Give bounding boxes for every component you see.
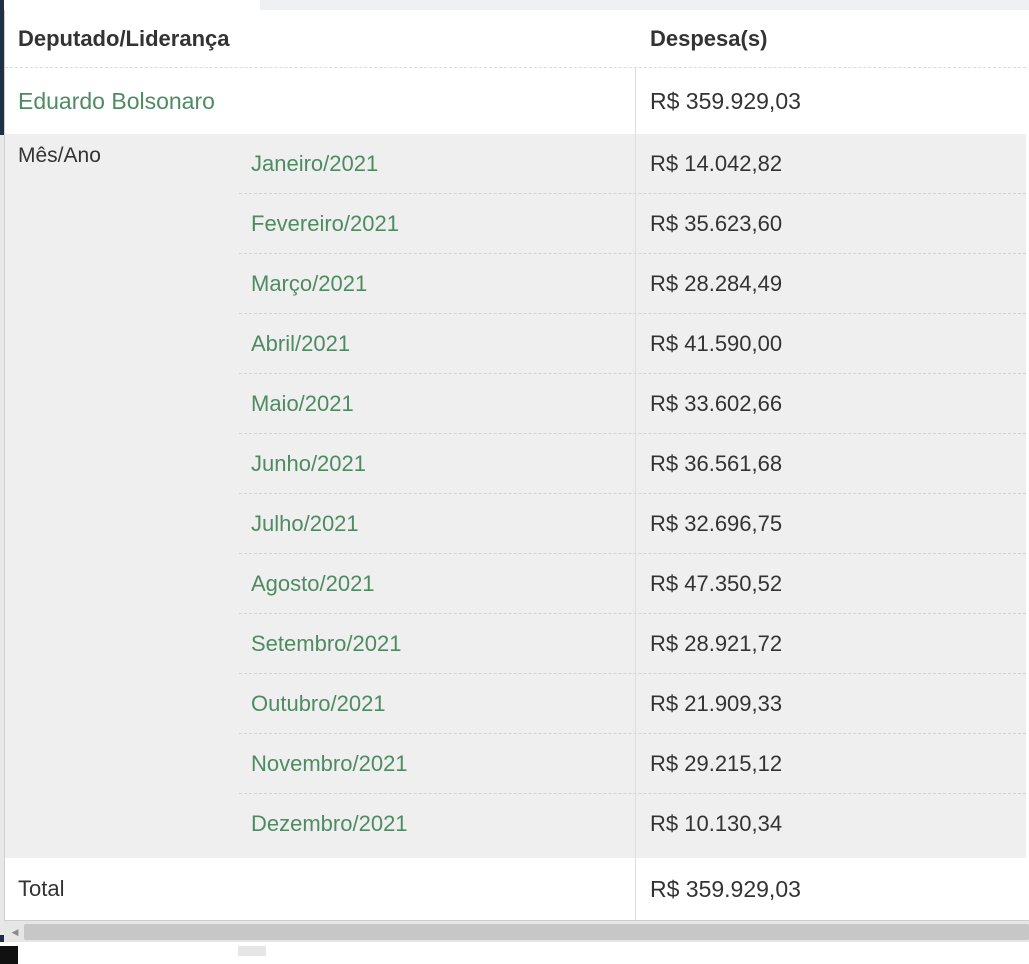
- month-row: Março/2021 R$ 28.284,49: [5, 254, 1026, 314]
- month-row: Julho/2021 R$ 32.696,75: [5, 494, 1026, 554]
- expenses-table: Deputado/Liderança Despesa(s) Eduardo Bo…: [4, 10, 1029, 920]
- month-row: Janeiro/2021 R$ 14.042,82: [5, 134, 1026, 194]
- month-row: Agosto/2021 R$ 47.350,52: [5, 554, 1026, 614]
- deputado-total-value: R$ 359.929,03: [650, 88, 801, 114]
- bottom-strip: [0, 942, 1029, 964]
- month-value: R$ 47.350,52: [650, 571, 783, 596]
- month-link[interactable]: Fevereiro/2021: [251, 194, 399, 254]
- month-value: R$ 14.042,82: [650, 151, 783, 176]
- header-deputado-lideranca: Deputado/Liderança: [18, 25, 230, 51]
- month-link[interactable]: Agosto/2021: [251, 554, 375, 614]
- month-link[interactable]: Abril/2021: [251, 314, 350, 374]
- months-block: Janeiro/2021 R$ 14.042,82 Fevereiro/2021…: [5, 134, 1026, 858]
- month-link[interactable]: Janeiro/2021: [251, 134, 378, 194]
- total-label: Total: [18, 876, 65, 901]
- mes-ano-label: Mês/Ano: [18, 144, 101, 167]
- month-row: Setembro/2021 R$ 28.921,72: [5, 614, 1026, 674]
- month-value: R$ 32.696,75: [650, 511, 783, 536]
- month-value: R$ 29.215,12: [650, 751, 783, 776]
- deputado-name-link[interactable]: Eduardo Bolsonaro: [18, 68, 215, 135]
- table-header-row: Deputado/Liderança Despesa(s): [5, 10, 1026, 67]
- column-divider: [635, 67, 636, 920]
- total-row: Total R$ 359.929,03: [5, 858, 1026, 920]
- bottom-tab-fragment: [238, 946, 266, 956]
- month-row: Fevereiro/2021 R$ 35.623,60: [5, 194, 1026, 254]
- window: Deputado/Liderança Despesa(s) Eduardo Bo…: [0, 0, 1029, 964]
- month-row: Abril/2021 R$ 41.590,00: [5, 314, 1026, 374]
- month-value: R$ 21.909,33: [650, 691, 783, 716]
- month-link[interactable]: Março/2021: [251, 254, 367, 314]
- month-link[interactable]: Dezembro/2021: [251, 794, 408, 854]
- bottom-corner-block: [0, 946, 18, 964]
- month-value: R$ 35.623,60: [650, 211, 783, 236]
- deputado-row: Eduardo Bolsonaro R$ 359.929,03: [5, 67, 1026, 135]
- month-value: R$ 41.590,00: [650, 331, 783, 356]
- month-row: Junho/2021 R$ 36.561,68: [5, 434, 1026, 494]
- month-value: R$ 28.284,49: [650, 271, 783, 296]
- scrollbar-thumb[interactable]: [24, 924, 1029, 940]
- month-link[interactable]: Outubro/2021: [251, 674, 386, 734]
- month-row: Outubro/2021 R$ 21.909,33: [5, 674, 1026, 734]
- month-value: R$ 33.602,66: [650, 391, 783, 416]
- month-link[interactable]: Novembro/2021: [251, 734, 408, 794]
- month-row: Maio/2021 R$ 33.602,66: [5, 374, 1026, 434]
- month-row: Dezembro/2021 R$ 10.130,34: [5, 794, 1026, 854]
- header-despesas: Despesa(s): [650, 25, 768, 51]
- month-value: R$ 28.921,72: [650, 631, 783, 656]
- month-link[interactable]: Julho/2021: [251, 494, 359, 554]
- chevron-left-icon[interactable]: ◀: [8, 921, 22, 943]
- month-row: Novembro/2021 R$ 29.215,12: [5, 734, 1026, 794]
- month-value: R$ 10.130,34: [650, 811, 783, 836]
- month-link[interactable]: Maio/2021: [251, 374, 354, 434]
- month-link[interactable]: Setembro/2021: [251, 614, 401, 674]
- month-value: R$ 36.561,68: [650, 451, 783, 476]
- horizontal-scrollbar[interactable]: ◀: [4, 920, 1029, 943]
- total-value: R$ 359.929,03: [650, 875, 801, 902]
- month-link[interactable]: Junho/2021: [251, 434, 366, 494]
